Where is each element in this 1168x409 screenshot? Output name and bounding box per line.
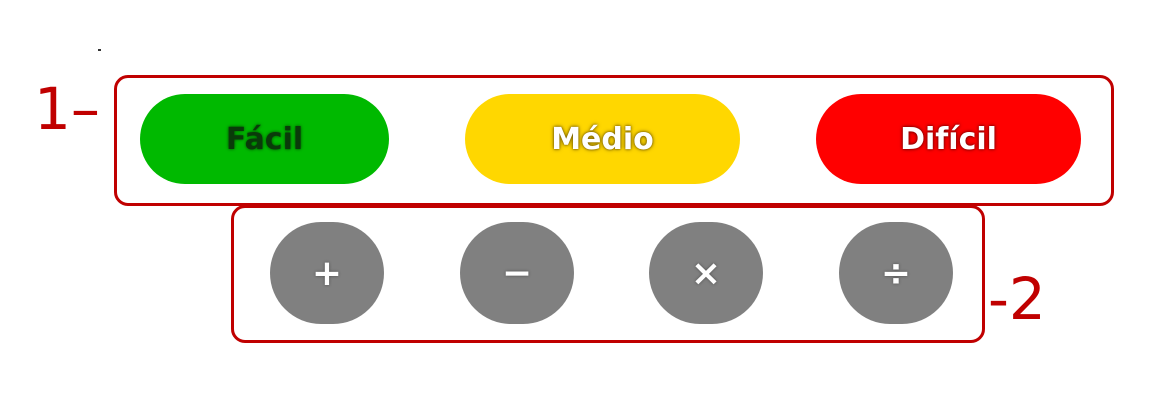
multiplication-button[interactable]: × xyxy=(649,222,763,324)
medium-button[interactable]: Médio xyxy=(465,94,740,184)
division-button[interactable]: ÷ xyxy=(839,222,953,324)
addition-button[interactable]: + xyxy=(270,222,384,324)
stray-mark xyxy=(98,49,101,51)
annotation-label-2: -2 xyxy=(988,265,1046,333)
subtraction-button[interactable]: − xyxy=(460,222,574,324)
minus-icon: − xyxy=(501,252,533,294)
hard-button[interactable]: Difícil xyxy=(816,94,1081,184)
times-icon: × xyxy=(690,252,722,294)
annotation-label-1: 1– xyxy=(34,75,100,143)
plus-icon: + xyxy=(311,252,343,294)
easy-button[interactable]: Fácil xyxy=(140,94,389,184)
divide-icon: ÷ xyxy=(880,252,912,294)
